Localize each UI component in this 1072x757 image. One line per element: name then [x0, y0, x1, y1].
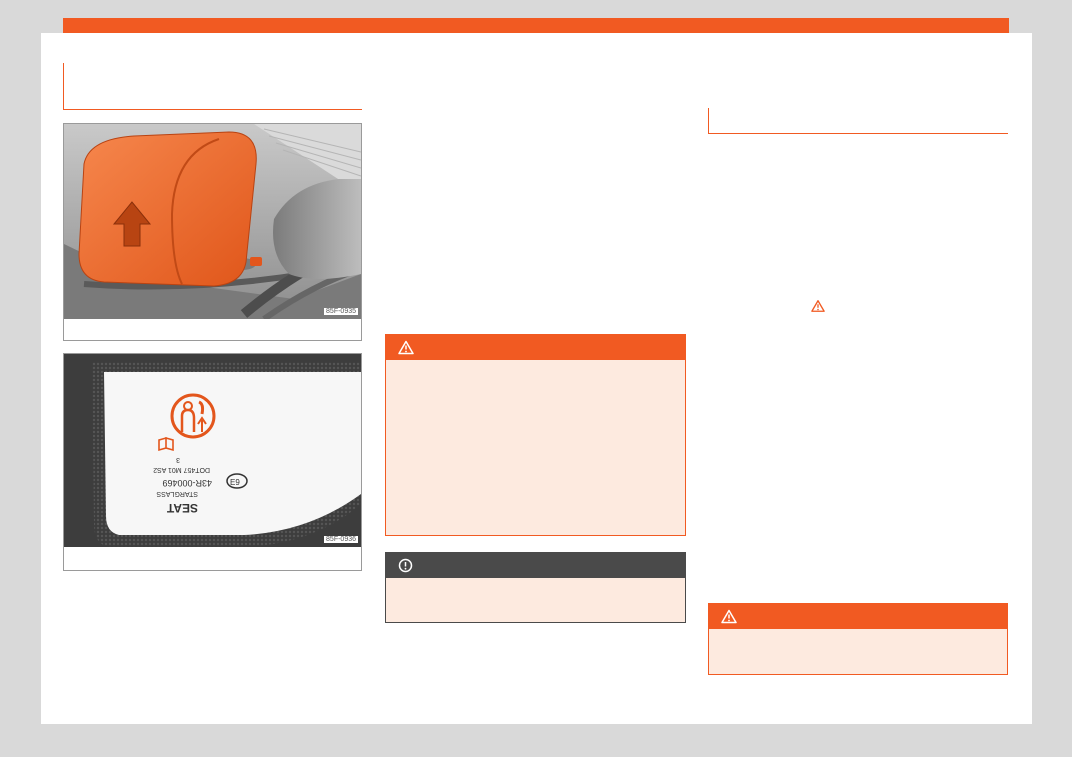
headrest-illustration: [64, 124, 361, 319]
seal-line-3: DOT457 M01 AS2: [153, 466, 210, 473]
seal-mark: E9: [230, 478, 240, 487]
warning-header-2: [709, 604, 1007, 629]
seal-line-2: 43R-000469: [162, 478, 212, 488]
seal-brand: SEAT: [166, 501, 198, 515]
warning-triangle-icon: [398, 340, 414, 355]
seal-line-4: 3: [176, 456, 180, 463]
seal-line-1: STARGLASS: [156, 490, 198, 497]
caution-box: [385, 552, 686, 623]
warning-triangle-icon: [721, 609, 737, 624]
figure-headrest: 85F-0935: [63, 123, 362, 341]
windshield-marking-illustration: SEAT STARGLASS 43R-000469 DOT457 M01 AS2…: [64, 354, 361, 547]
warning-box: [385, 334, 686, 536]
exclamation-circle-icon: [398, 558, 413, 573]
section-heading-right: [708, 108, 1008, 134]
caution-header: [386, 553, 685, 578]
figure-code: 85F-0935: [324, 308, 358, 315]
inline-warning-icon: [811, 300, 825, 312]
warning-box-2: [708, 603, 1008, 675]
figure-windshield-marking: SEAT STARGLASS 43R-000469 DOT457 M01 AS2…: [63, 353, 362, 571]
figure-code: 85F-0936: [324, 536, 358, 543]
warning-header: [386, 335, 685, 360]
section-heading-left: [63, 63, 362, 110]
